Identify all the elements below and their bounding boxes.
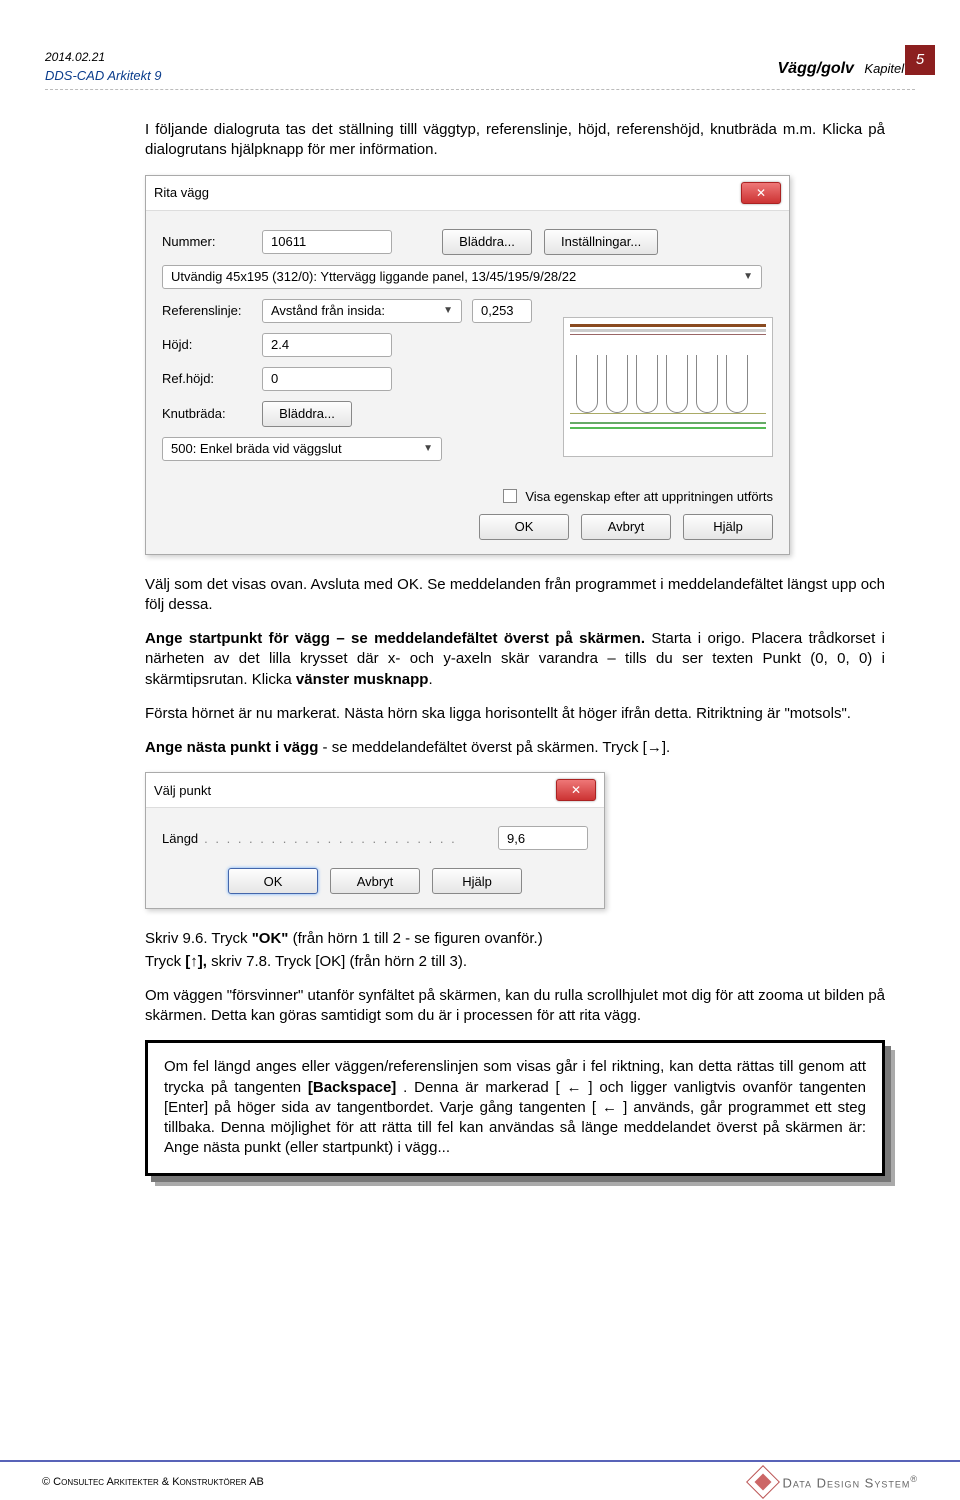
rita-vagg-dialog: Rita vägg ✕ Nummer: 10611 Bläddra... Ins… [145,175,790,555]
mid2-bold: Ange startpunkt för vägg – se meddelande… [145,630,645,647]
box-b: [Backspace] [308,1079,396,1096]
chevron-down-icon: ▼ [443,305,453,316]
avbryt-button[interactable]: Avbryt [330,868,420,894]
dds-logo-icon [746,1465,780,1499]
mid-para-2: Ange startpunkt för vägg – se meddelande… [145,629,885,690]
hjalp-button[interactable]: Hjälp [683,514,773,540]
after2-b: [↑], [185,953,211,970]
ok-button[interactable]: OK [228,868,318,894]
footer-brand: Data Design System® [783,1474,919,1490]
hjalp-button[interactable]: Hjälp [432,868,522,894]
after-para-3: Om väggen "försvinner" utanför synfältet… [145,986,885,1027]
footer-right: Data Design System® [751,1470,919,1494]
after-para-1: Skriv 9.6. Tryck "OK" (från hörn 1 till … [145,929,885,949]
mid-para-3: Första hörnet är nu markerat. Nästa hörn… [145,704,885,724]
installningar-button[interactable]: Inställningar... [544,229,658,255]
after1-b: "OK" [252,930,289,947]
bladdra2-button[interactable]: Bläddra... [262,401,352,427]
visa-egenskap-label: Visa egenskap efter att uppritningen utf… [525,489,773,504]
wall-preview [563,317,773,457]
label-knutbrada: Knutbräda: [162,406,262,421]
nummer-input[interactable]: 10611 [262,230,392,254]
mid4-bold: Ange nästa punkt i vägg [145,739,318,756]
label-hojd: Höjd: [162,337,262,352]
label-nummer: Nummer: [162,234,262,249]
reflinje-mode: Avstånd från insida: [271,303,385,318]
reflinje-dropdown[interactable]: Avstånd från insida: ▼ [262,299,462,323]
refhojd-input[interactable]: 0 [262,367,392,391]
mid4-post: - se meddelandefältet överst på skärmen.… [323,739,671,756]
langd-label: Längd [162,831,198,846]
bladdra-button[interactable]: Bläddra... [442,229,532,255]
label-refhojd: Ref.höjd: [162,371,262,386]
tip-box: Om fel längd anges eller väggen/referens… [145,1040,885,1175]
type-dropdown-value: Utvändig 45x195 (312/0): Yttervägg ligga… [171,269,576,284]
ok-button[interactable]: OK [479,514,569,540]
chevron-down-icon: ▼ [743,271,753,282]
after1-a: Skriv 9.6. Tryck [145,930,252,947]
header-section: Vägg/golv [778,60,854,77]
valj-punkt-dialog: Välj punkt ✕ Längd . . . . . . . . . . .… [145,772,605,909]
after2-a: Tryck [145,953,185,970]
close-icon[interactable]: ✕ [556,779,596,801]
intro-paragraph: I följande dialogruta tas det ställning … [145,120,885,161]
footer-left: © Consultec Arkitekter & Konstruktörer A… [42,1476,264,1488]
header-divider [45,89,915,90]
type-dropdown[interactable]: Utvändig 45x195 (312/0): Yttervägg ligga… [162,265,762,289]
after2-c: skriv 7.8. Tryck [OK] (från hörn 2 till … [211,953,467,970]
mid2-end: . [428,671,432,688]
dialog1-title: Rita vägg [154,185,209,200]
page-number-badge: 5 [905,45,935,75]
reflinje-value-input[interactable]: 0,253 [472,299,532,323]
dialog2-title: Välj punkt [154,783,211,798]
mid-para-1: Välj som det visas ovan. Avsluta med OK.… [145,575,885,616]
after-para-2: Tryck [↑], skriv 7.8. Tryck [OK] (från h… [145,952,885,972]
close-icon[interactable]: ✕ [741,182,781,204]
hojd-input[interactable]: 2.4 [262,333,392,357]
langd-input[interactable]: 9,6 [498,826,588,850]
dots-filler: . . . . . . . . . . . . . . . . . . . . … [204,831,492,846]
mid-para-4: Ange nästa punkt i vägg - se meddelandef… [145,738,885,758]
label-reflinje: Referenslinje: [162,303,262,318]
visa-egenskap-checkbox[interactable] [503,489,517,503]
brada-value: 500: Enkel bräda vid väggslut [171,441,342,456]
chevron-down-icon: ▼ [423,443,433,454]
avbryt-button[interactable]: Avbryt [581,514,671,540]
header-right: Vägg/golv Kapitel 2 [778,60,916,78]
mid2-bold2: vänster musknapp [296,671,429,688]
after1-c: (från hörn 1 till 2 - se figuren ovanför… [293,930,543,947]
brada-dropdown[interactable]: 500: Enkel bräda vid väggslut ▼ [162,437,442,461]
